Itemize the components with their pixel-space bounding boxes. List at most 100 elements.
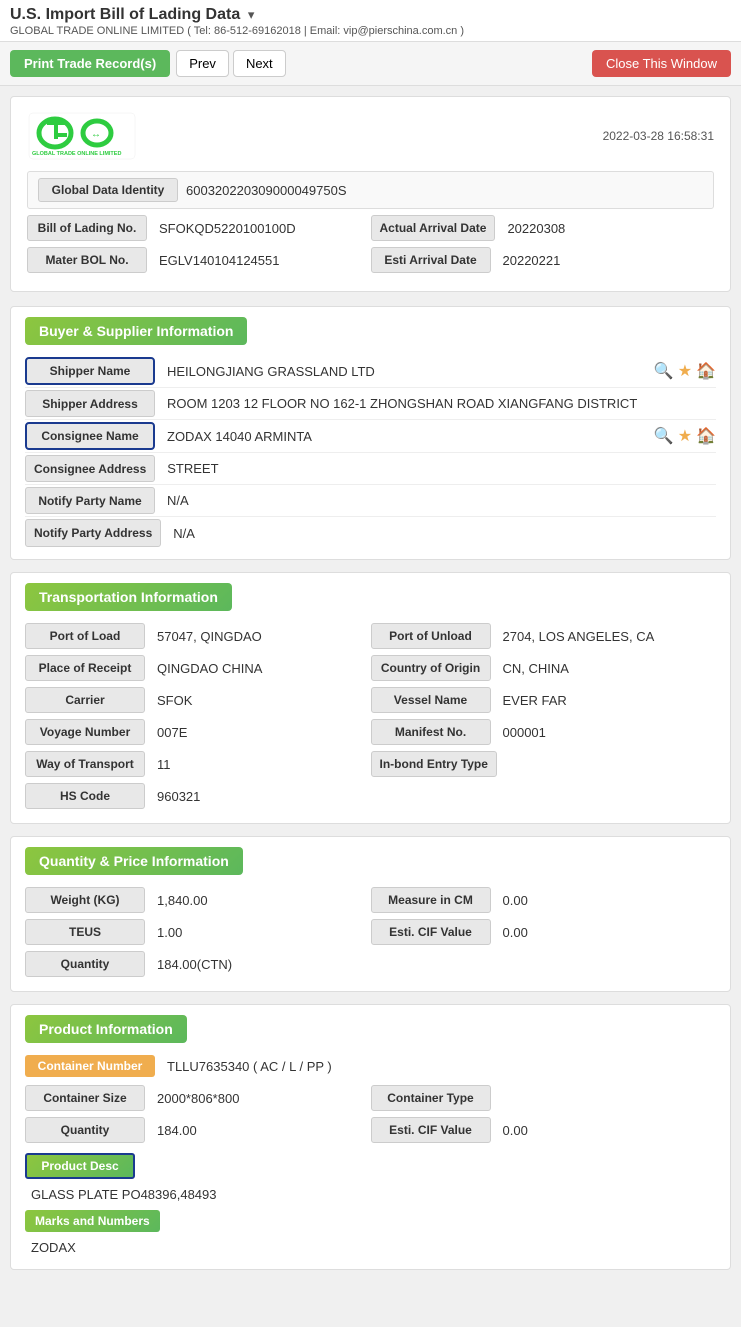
voyage-number-value: 007E bbox=[151, 720, 371, 745]
country-of-origin-half: Country of Origin CN, CHINA bbox=[371, 653, 717, 683]
port-load-half: Port of Load 57047, QINGDAO bbox=[25, 621, 371, 651]
bol-row-1: Bill of Lading No. SFOKQD5220100100D Act… bbox=[27, 213, 714, 243]
manifest-no-value: 000001 bbox=[497, 720, 717, 745]
gto-logo: ↔ GLOBAL TRADE ONLINE LIMITED bbox=[27, 111, 137, 161]
port-of-load-label: Port of Load bbox=[25, 623, 145, 649]
way-transport-half: Way of Transport 11 bbox=[25, 749, 371, 779]
way-of-transport-value: 11 bbox=[151, 752, 371, 777]
teus-half: TEUS 1.00 bbox=[25, 917, 371, 947]
global-data-identity-value: 600320220309000049750S bbox=[186, 183, 347, 198]
consignee-search-icon[interactable]: 🔍 bbox=[654, 426, 674, 446]
mater-bol-no-label: Mater BOL No. bbox=[27, 247, 147, 273]
bill-of-lading-no-value: SFOKQD5220100100D bbox=[153, 216, 371, 241]
weight-value: 1,840.00 bbox=[151, 888, 371, 913]
esti-cif-value: 0.00 bbox=[497, 920, 717, 945]
shipper-name-row: Shipper Name HEILONGJIANG GRASSLAND LTD … bbox=[25, 355, 716, 388]
close-button[interactable]: Close This Window bbox=[592, 50, 731, 77]
esti-cif-label: Esti. CIF Value bbox=[371, 919, 491, 945]
print-button[interactable]: Print Trade Record(s) bbox=[10, 50, 170, 77]
product-desc-value-row: GLASS PLATE PO48396,48493 bbox=[25, 1183, 716, 1208]
consignee-icons: 🔍 ★ 🏠 bbox=[654, 426, 716, 446]
weight-half: Weight (KG) 1,840.00 bbox=[25, 885, 371, 915]
carrier-value: SFOK bbox=[151, 688, 371, 713]
port-unload-half: Port of Unload 2704, LOS ANGELES, CA bbox=[371, 621, 717, 651]
teus-label: TEUS bbox=[25, 919, 145, 945]
quantity-value: 184.00(CTN) bbox=[151, 952, 716, 977]
notify-party-name-row: Notify Party Name N/A bbox=[25, 485, 716, 517]
transport-bond-row: Way of Transport 11 In-bond Entry Type bbox=[25, 749, 716, 779]
next-button[interactable]: Next bbox=[233, 50, 286, 77]
hs-code-label: HS Code bbox=[25, 783, 145, 809]
bol-half-left: Bill of Lading No. SFOKQD5220100100D bbox=[27, 213, 371, 243]
buyer-supplier-section: Buyer & Supplier Information Shipper Nam… bbox=[10, 306, 731, 560]
notify-party-address-row: Notify Party Address N/A bbox=[25, 517, 716, 549]
container-type-half: Container Type bbox=[371, 1083, 717, 1113]
hs-code-value: 960321 bbox=[151, 784, 716, 809]
marks-and-numbers-label: Marks and Numbers bbox=[25, 1210, 160, 1232]
consignee-home-icon[interactable]: 🏠 bbox=[696, 426, 716, 446]
product-desc-value: GLASS PLATE PO48396,48493 bbox=[31, 1187, 217, 1202]
consignee-address-value: STREET bbox=[161, 453, 716, 484]
weight-label: Weight (KG) bbox=[25, 887, 145, 913]
shipper-name-label: Shipper Name bbox=[25, 357, 155, 385]
in-bond-half: In-bond Entry Type bbox=[371, 749, 717, 779]
notify-party-address-label: Notify Party Address bbox=[25, 519, 161, 547]
global-data-identity-row: Global Data Identity 6003202203090000497… bbox=[27, 171, 714, 209]
top-bar: U.S. Import Bill of Lading Data ▾ GLOBAL… bbox=[0, 0, 741, 42]
vessel-name-label: Vessel Name bbox=[371, 687, 491, 713]
logo-row: ↔ GLOBAL TRADE ONLINE LIMITED 2022-03-28… bbox=[27, 111, 714, 161]
product-esti-cif-value: 0.00 bbox=[497, 1118, 717, 1143]
container-size-label: Container Size bbox=[25, 1085, 145, 1111]
esti-cif-half: Esti. CIF Value 0.00 bbox=[371, 917, 717, 947]
quantity-price-section: Quantity & Price Information Weight (KG)… bbox=[10, 836, 731, 992]
actual-arrival-date-label: Actual Arrival Date bbox=[371, 215, 496, 241]
esti-arrival-half: Esti Arrival Date 20220221 bbox=[371, 245, 715, 275]
port-of-unload-label: Port of Unload bbox=[371, 623, 491, 649]
container-type-label: Container Type bbox=[371, 1085, 491, 1111]
dropdown-arrow[interactable]: ▾ bbox=[248, 7, 255, 22]
subtitle: GLOBAL TRADE ONLINE LIMITED ( Tel: 86-51… bbox=[10, 25, 731, 37]
container-size-half: Container Size 2000*806*800 bbox=[25, 1083, 371, 1113]
carrier-label: Carrier bbox=[25, 687, 145, 713]
quantity-label: Quantity bbox=[25, 951, 145, 977]
star-icon[interactable]: ★ bbox=[678, 361, 692, 381]
consignee-name-row: Consignee Name ZODAX 14040 ARMINTA 🔍 ★ 🏠 bbox=[25, 420, 716, 453]
product-esti-cif-label: Esti. CIF Value bbox=[371, 1117, 491, 1143]
global-data-identity-label: Global Data Identity bbox=[38, 178, 178, 202]
voyage-manifest-row: Voyage Number 007E Manifest No. 000001 bbox=[25, 717, 716, 747]
receipt-origin-row: Place of Receipt QINGDAO CHINA Country o… bbox=[25, 653, 716, 683]
product-quantity-half: Quantity 184.00 bbox=[25, 1115, 371, 1145]
way-of-transport-label: Way of Transport bbox=[25, 751, 145, 777]
bol-half-right: Actual Arrival Date 20220308 bbox=[371, 213, 715, 243]
prev-button[interactable]: Prev bbox=[176, 50, 229, 77]
product-desc-label-row: Product Desc bbox=[25, 1151, 716, 1181]
esti-arrival-date-label: Esti Arrival Date bbox=[371, 247, 491, 273]
timestamp: 2022-03-28 16:58:31 bbox=[603, 129, 714, 143]
vessel-half: Vessel Name EVER FAR bbox=[371, 685, 717, 715]
voyage-half: Voyage Number 007E bbox=[25, 717, 371, 747]
product-section: Product Information Container Number TLL… bbox=[10, 1004, 731, 1270]
weight-measure-row: Weight (KG) 1,840.00 Measure in CM 0.00 bbox=[25, 885, 716, 915]
quantity-price-header: Quantity & Price Information bbox=[25, 847, 243, 875]
country-of-origin-label: Country of Origin bbox=[371, 655, 491, 681]
in-bond-entry-type-value bbox=[503, 759, 716, 769]
main-content: ↔ GLOBAL TRADE ONLINE LIMITED 2022-03-28… bbox=[0, 86, 741, 1292]
search-icon[interactable]: 🔍 bbox=[654, 361, 674, 381]
svg-text:GLOBAL TRADE ONLINE LIMITED: GLOBAL TRADE ONLINE LIMITED bbox=[32, 151, 121, 157]
consignee-name-value: ZODAX 14040 ARMINTA bbox=[161, 424, 646, 449]
port-of-unload-value: 2704, LOS ANGELES, CA bbox=[497, 624, 717, 649]
country-of-origin-value: CN, CHINA bbox=[497, 656, 717, 681]
container-type-value bbox=[497, 1093, 717, 1103]
bill-of-lading-no-label: Bill of Lading No. bbox=[27, 215, 147, 241]
bol-row-2: Mater BOL No. EGLV140104124551 Esti Arri… bbox=[27, 245, 714, 275]
shipper-address-label: Shipper Address bbox=[25, 390, 155, 417]
home-icon[interactable]: 🏠 bbox=[696, 361, 716, 381]
nav-group: Prev Next bbox=[176, 50, 285, 77]
product-cif-half: Esti. CIF Value 0.00 bbox=[371, 1115, 717, 1145]
shipper-address-value: ROOM 1203 12 FLOOR NO 162-1 ZHONGSHAN RO… bbox=[161, 388, 716, 419]
product-quantity-row: Quantity 184.00 Esti. CIF Value 0.00 bbox=[25, 1115, 716, 1145]
notify-party-name-label: Notify Party Name bbox=[25, 487, 155, 514]
notify-party-name-value: N/A bbox=[161, 485, 716, 516]
hs-code-half: HS Code 960321 bbox=[25, 781, 716, 811]
consignee-star-icon[interactable]: ★ bbox=[678, 426, 692, 446]
